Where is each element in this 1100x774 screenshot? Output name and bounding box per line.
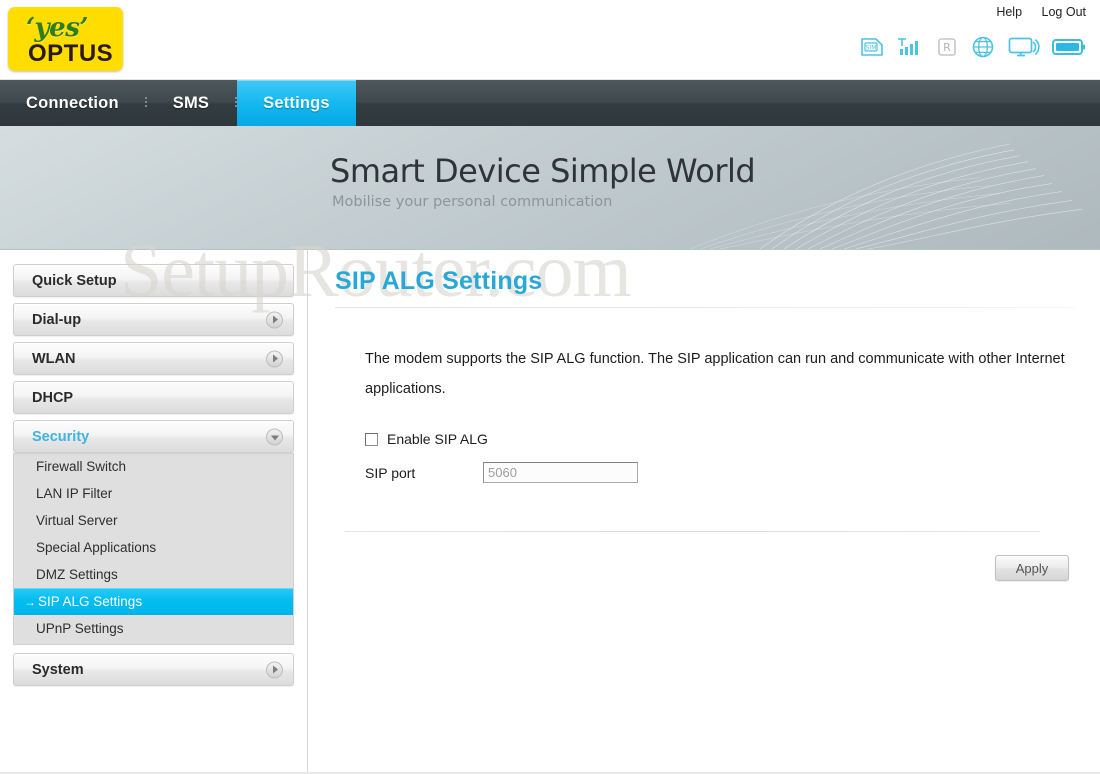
sidebar-subitem-virtual-server[interactable]: Virtual Server — [14, 507, 293, 534]
banner-title: Smart Device Simple World — [330, 152, 756, 190]
sidebar-subitem-label: UPnP Settings — [36, 621, 124, 636]
sidebar-subitem-lan-ip-filter[interactable]: LAN IP Filter — [14, 480, 293, 507]
sim-card-icon: SIM — [860, 37, 884, 57]
security-submenu: Firewall Switch LAN IP Filter Virtual Se… — [13, 453, 294, 645]
logout-link[interactable]: Log Out — [1042, 5, 1086, 19]
main-navigation: Connection SMS Settings — [0, 80, 1100, 126]
section-divider — [345, 531, 1040, 532]
monitor-wifi-icon — [1008, 36, 1040, 58]
battery-icon — [1052, 37, 1086, 57]
sidebar-item-security[interactable]: Security — [13, 420, 294, 453]
logo-brand-text: OPTUS — [28, 40, 114, 67]
router-admin-page: ‘yes’ OPTUS Help Log Out SIM R Connectio… — [0, 0, 1100, 774]
svg-text:R: R — [943, 41, 951, 54]
sidebar-subitem-sip-alg-settings[interactable]: → SIP ALG Settings — [14, 588, 293, 615]
sidebar-group-quick-setup: Quick Setup — [13, 264, 294, 297]
sidebar-menu: Quick Setup Dial-up WLAN DHCP Security F… — [0, 250, 307, 773]
sidebar-item-label: Security — [32, 428, 90, 445]
sidebar-item-label: WLAN — [32, 350, 76, 367]
sidebar-group-dhcp: DHCP — [13, 381, 294, 414]
sidebar-group-wlan: WLAN — [13, 342, 294, 375]
tab-settings[interactable]: Settings — [237, 80, 356, 126]
sidebar-subitem-label: Special Applications — [36, 540, 157, 555]
tab-connection[interactable]: Connection — [0, 80, 145, 126]
title-underline — [335, 307, 1075, 308]
apply-button[interactable]: Apply — [995, 555, 1069, 581]
sidebar-subitem-label: Virtual Server — [36, 513, 118, 528]
sip-port-label: SIP port — [365, 464, 416, 481]
sidebar-subitem-dmz-settings[interactable]: DMZ Settings — [14, 561, 293, 588]
sidebar-item-wlan[interactable]: WLAN — [13, 342, 294, 375]
hero-banner: Smart Device Simple World Mobilise your … — [0, 126, 1100, 250]
sidebar-item-dial-up[interactable]: Dial-up — [13, 303, 294, 336]
sidebar-subitem-special-applications[interactable]: Special Applications — [14, 534, 293, 561]
nav-separator — [235, 97, 238, 109]
apply-row: Apply — [335, 555, 1075, 581]
selected-arrow-icon: → — [24, 594, 36, 609]
chevron-down-icon[interactable] — [266, 428, 283, 445]
sidebar-group-security: Security Firewall Switch LAN IP Filter V… — [13, 420, 294, 645]
banner-subtitle: Mobilise your personal communication — [332, 194, 613, 210]
help-link[interactable]: Help — [996, 5, 1022, 19]
globe-network-icon — [970, 35, 996, 59]
header-links: Help Log Out — [980, 5, 1086, 19]
sidebar-item-quick-setup[interactable]: Quick Setup — [13, 264, 294, 297]
main-panel: SIP ALG Settings The modem supports the … — [307, 250, 1100, 773]
enable-sip-alg-row: Enable SIP ALG — [365, 428, 1075, 450]
sidebar-item-system[interactable]: System — [13, 653, 294, 686]
sidebar-item-label: Quick Setup — [32, 272, 117, 289]
sidebar-item-label: System — [32, 661, 84, 678]
status-icon-bar: SIM R — [860, 35, 1086, 59]
sip-alg-form: Enable SIP ALG SIP port — [365, 428, 1075, 483]
chevron-right-icon[interactable] — [266, 311, 283, 328]
sidebar-subitem-label: Firewall Switch — [36, 459, 127, 474]
optus-logo: ‘yes’ OPTUS — [8, 7, 123, 71]
chevron-right-icon[interactable] — [266, 661, 283, 678]
page-header: ‘yes’ OPTUS Help Log Out SIM R — [0, 0, 1100, 80]
sidebar-subitem-label: DMZ Settings — [36, 567, 118, 582]
roaming-icon: R — [936, 37, 958, 57]
sidebar-item-dhcp[interactable]: DHCP — [13, 381, 294, 414]
sidebar-subitem-label: SIP ALG Settings — [38, 594, 143, 609]
nav-separator — [144, 97, 147, 109]
chevron-right-icon[interactable] — [266, 350, 283, 367]
sidebar-group-system: System — [13, 653, 294, 686]
sip-port-row: SIP port — [365, 462, 1075, 483]
logo-yes-text: ‘yes’ — [26, 13, 88, 43]
sidebar-subitem-label: LAN IP Filter — [36, 486, 113, 501]
tab-sms[interactable]: SMS — [147, 80, 235, 126]
page-title: SIP ALG Settings — [335, 267, 543, 295]
sidebar-group-dial-up: Dial-up — [13, 303, 294, 336]
sidebar-item-label: DHCP — [32, 389, 74, 406]
sip-port-input[interactable] — [483, 462, 638, 483]
svg-text:SIM: SIM — [866, 44, 877, 51]
enable-sip-alg-checkbox[interactable] — [365, 432, 378, 446]
page-description: The modem supports the SIP ALG function.… — [365, 351, 1065, 397]
sidebar-item-label: Dial-up — [32, 311, 82, 328]
sidebar-subitem-firewall-switch[interactable]: Firewall Switch — [14, 453, 293, 480]
signal-bars-icon — [896, 37, 924, 57]
enable-sip-alg-label: Enable SIP ALG — [387, 431, 488, 447]
sidebar-subitem-upnp-settings[interactable]: UPnP Settings — [14, 615, 293, 642]
content-area: Quick Setup Dial-up WLAN DHCP Security F… — [0, 250, 1100, 773]
